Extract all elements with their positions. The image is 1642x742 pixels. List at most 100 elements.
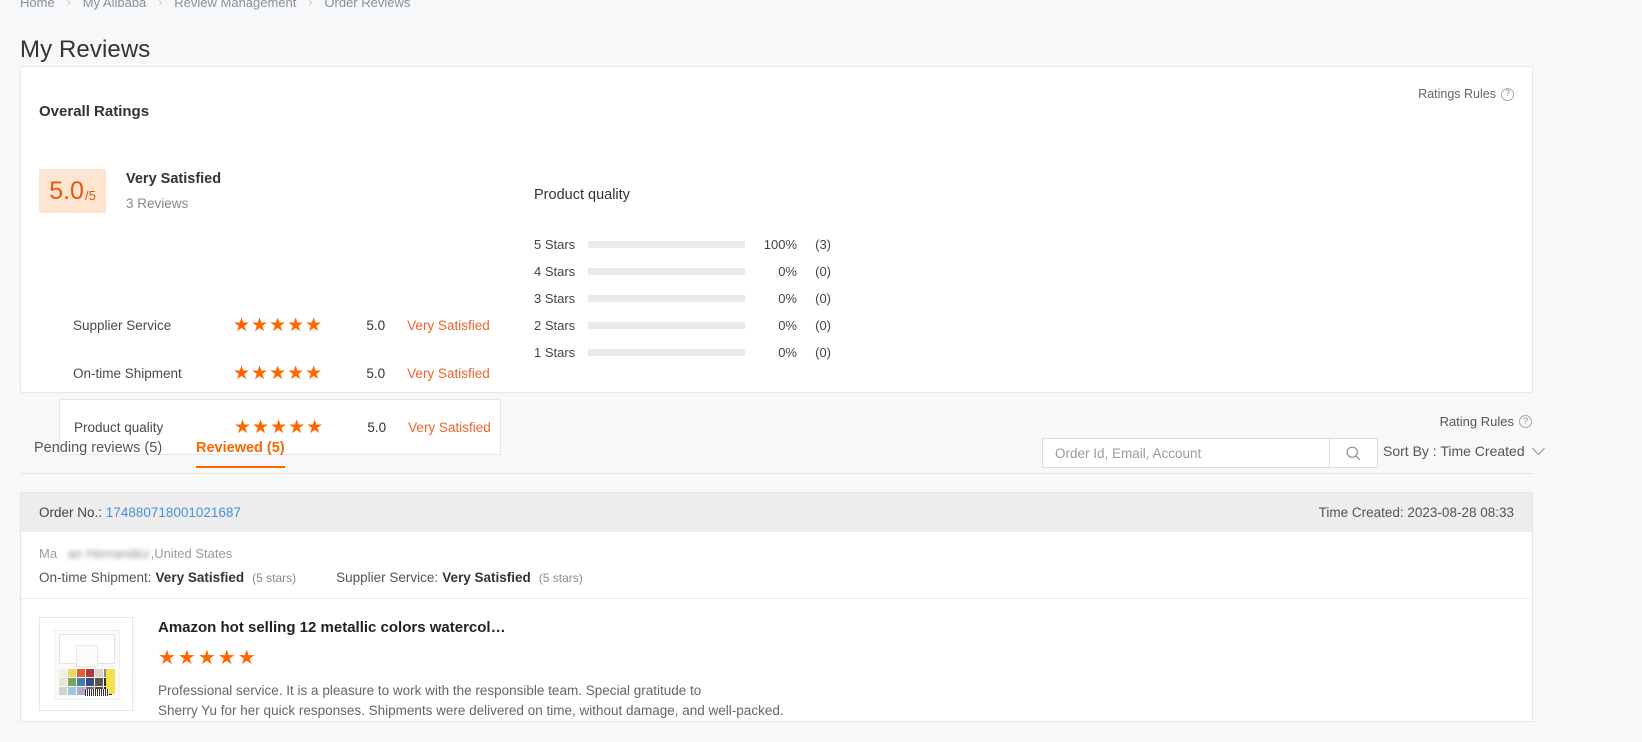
order-number-link[interactable]: 174880718001021687 (106, 505, 241, 520)
chevron-down-icon (1531, 441, 1545, 455)
on-time-shipment-value: Very Satisfied (155, 570, 245, 585)
rating-rules-label: Rating Rules (1439, 414, 1514, 429)
dimension-text: Very Satisfied (407, 365, 490, 381)
question-circle-icon[interactable]: ? (1501, 87, 1514, 101)
dimension-score: 5.0 (366, 317, 386, 333)
breadcrumb-item-my-alibaba[interactable]: My Alibaba (83, 0, 147, 10)
star-rating-icon: ★★★★★ (233, 362, 324, 384)
on-time-shipment-label: On-time Shipment: (39, 570, 152, 585)
distribution-count: (0) (815, 345, 831, 360)
search-box[interactable] (1042, 438, 1330, 468)
breadcrumb-separator-icon: › (308, 0, 313, 9)
score-value: 5.0 (49, 176, 84, 205)
distribution-row-5-stars: 5 Stars 100% (3) (534, 231, 854, 258)
breadcrumb-item-review-management[interactable]: Review Management (174, 0, 296, 10)
distribution-title: Product quality (534, 187, 630, 203)
distribution-row-4-stars: 4 Stars 0% (0) (534, 258, 854, 285)
breadcrumb-item-order-reviews[interactable]: Order Reviews (324, 0, 410, 10)
distribution-bar-track (588, 349, 745, 356)
distribution-percent: 100% (763, 237, 797, 252)
search-icon (1346, 446, 1361, 460)
review-text-line-2: Sherry Yu for her quick responses. Shipm… (158, 703, 784, 718)
buyer-country: ,United States (150, 545, 233, 561)
page-title: My Reviews (20, 36, 151, 64)
ratings-rules-link[interactable]: Ratings Rules ? (1418, 87, 1514, 101)
distribution-count: (0) (815, 264, 831, 279)
score-suffix: /5 (84, 187, 96, 203)
distribution-percent: 0% (778, 345, 797, 360)
review-count: 3 Reviews (126, 196, 189, 211)
score-badge: 5.0 /5 (39, 169, 106, 213)
supplier-service-value: Very Satisfied (442, 570, 531, 585)
buyer-name-prefix: Ma (39, 545, 58, 561)
distribution-percent: 0% (778, 318, 797, 333)
dimension-name: Supplier Service (73, 317, 172, 333)
distribution-count: (3) (815, 237, 831, 252)
breadcrumb-separator-icon: › (158, 0, 163, 9)
overall-ratings-card: Ratings Rules ? Overall Ratings 5.0 /5 V… (20, 66, 1533, 455)
distribution-label: 1 Stars (534, 345, 576, 360)
palette-inner-lid (76, 645, 98, 667)
order-number-label: Order No.: (39, 505, 103, 520)
tab-reviewed[interactable]: Reviewed (5) (196, 440, 285, 468)
order-card-header: Order No.: 174880718001021687 Time Creat… (21, 493, 1532, 532)
product-title[interactable]: Amazon hot selling 12 metallic colors wa… (158, 619, 784, 636)
score-label: Very Satisfied (126, 171, 222, 187)
product-thumbnail[interactable] (39, 617, 133, 711)
distribution-label: 2 Stars (534, 318, 576, 333)
search-input[interactable] (1053, 444, 1319, 462)
question-circle-icon[interactable]: ? (1519, 415, 1532, 428)
on-time-shipment-rating: On-time Shipment: Very Satisfied (5 star… (39, 570, 296, 585)
overall-ratings-heading: Overall Ratings (39, 103, 150, 120)
review-order-card: Order No.: 174880718001021687 Time Creat… (20, 492, 1533, 722)
rating-rules-link[interactable]: Rating Rules ? (1440, 414, 1532, 429)
distribution-row-2-stars: 2 Stars 0% (0) (534, 312, 854, 339)
rating-dimension-row-supplier-service[interactable]: Supplier Service ★★★★★ 5.0 Very Satisfie… (59, 301, 501, 349)
review-content: Amazon hot selling 12 metallic colors wa… (158, 617, 784, 721)
distribution-percent: 0% (778, 264, 797, 279)
supplier-service-rating: Supplier Service: Very Satisfied (5 star… (336, 570, 583, 585)
distribution-label: 5 Stars (534, 237, 576, 252)
distribution-bar-track (588, 322, 745, 329)
reviews-toolbar: Pending reviews (5) Reviewed (5) Sort By… (20, 432, 1545, 474)
buyer-name-line: Ma an Hernandez ,United States (39, 544, 1514, 562)
order-ratings-line: On-time Shipment: Very Satisfied (5 star… (39, 570, 1514, 598)
sort-by-dropdown[interactable]: Sort By : Time Created (1383, 441, 1545, 459)
score-text-block: Very Satisfied 3 Reviews (126, 169, 221, 211)
supplier-service-stars: (5 stars) (538, 571, 583, 585)
dimension-score: 5.0 (366, 365, 386, 381)
distribution-count: (0) (815, 318, 831, 333)
ratings-rules-label: Ratings Rules (1418, 87, 1496, 101)
search-button[interactable] (1330, 438, 1378, 468)
breadcrumb: Home › My Alibaba › Review Management › … (20, 0, 410, 13)
star-rating-icon: ★★★★★ (233, 314, 324, 336)
palette-barcode (85, 689, 109, 696)
on-time-shipment-stars: (5 stars) (252, 571, 297, 585)
distribution-bar-track (588, 295, 745, 302)
rating-distribution: Product quality 5 Stars 100% (3) 4 Stars… (534, 187, 854, 366)
distribution-bar-track (588, 268, 745, 275)
overall-score-block: 5.0 /5 Very Satisfied 3 Reviews (39, 169, 221, 213)
supplier-service-label: Supplier Service: (336, 570, 439, 585)
order-number: Order No.: 174880718001021687 (39, 505, 241, 520)
order-meta: Ma an Hernandez ,United States On-time S… (21, 532, 1532, 598)
distribution-label: 3 Stars (534, 291, 576, 306)
page-root: Home › My Alibaba › Review Management › … (0, 0, 1642, 742)
review-star-rating-icon: ★★★★★ (158, 647, 258, 669)
dimension-text: Very Satisfied (407, 317, 490, 333)
review-text-line-1: Professional service. It is a pleasure t… (158, 683, 702, 698)
sort-by-label: Sort By : Time Created (1383, 443, 1525, 459)
tab-pending-reviews[interactable]: Pending reviews (5) (34, 440, 162, 468)
breadcrumb-item-home[interactable]: Home (20, 0, 55, 10)
dimension-name: On-time Shipment (73, 365, 182, 381)
distribution-percent: 0% (778, 291, 797, 306)
distribution-label: 4 Stars (534, 264, 576, 279)
distribution-bar-track (588, 241, 745, 248)
distribution-row-3-stars: 3 Stars 0% (0) (534, 285, 854, 312)
review-body: Amazon hot selling 12 metallic colors wa… (21, 598, 1532, 721)
distribution-row-1-stars: 1 Stars 0% (0) (534, 339, 854, 366)
rating-dimension-row-on-time-shipment[interactable]: On-time Shipment ★★★★★ 5.0 Very Satisfie… (59, 349, 501, 397)
watercolor-palette-icon (54, 630, 120, 700)
breadcrumb-separator-icon: › (66, 0, 71, 9)
review-text: Professional service. It is a pleasure t… (158, 681, 784, 721)
